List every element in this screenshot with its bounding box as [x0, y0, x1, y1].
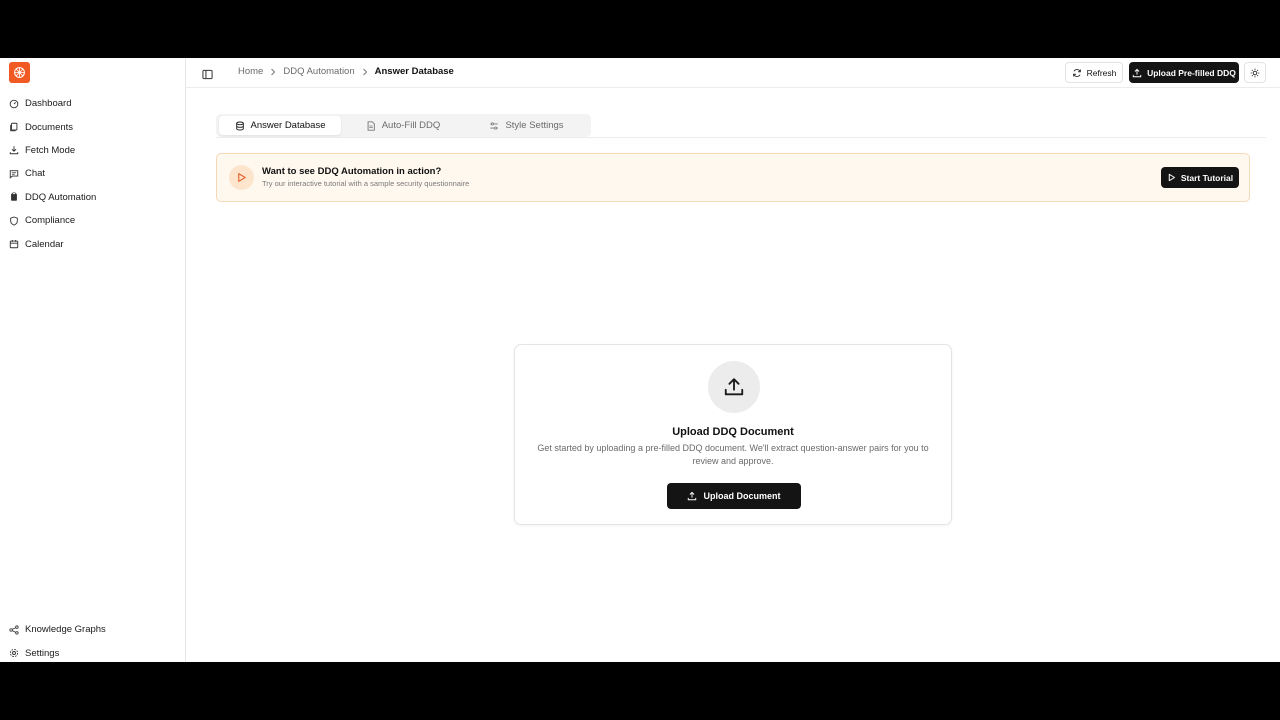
- file-text-icon: [366, 120, 376, 131]
- upload-icon: [1132, 68, 1142, 78]
- upload-ddq-card: Upload DDQ Document Get started by uploa…: [514, 344, 952, 525]
- sidebar-item-label: Documents: [25, 121, 74, 133]
- sidebar-item-label: Settings: [25, 647, 60, 659]
- sliders-icon: [489, 121, 499, 131]
- sidebar: Dashboard Documents Fetch Mode Chat DDQ …: [0, 58, 186, 662]
- brand-logo[interactable]: [9, 62, 30, 83]
- sidebar-item-fetch-mode[interactable]: Fetch Mode: [0, 139, 186, 162]
- start-tutorial-button[interactable]: Start Tutorial: [1161, 167, 1239, 188]
- tab-bar: Answer Database Auto-Fill DDQ Style Sett…: [216, 114, 591, 137]
- download-icon: [9, 145, 19, 155]
- graph-icon: [9, 625, 19, 635]
- sidebar-item-label: Knowledge Graphs: [25, 624, 106, 636]
- upload-prefilled-ddq-button[interactable]: Upload Pre-filled DDQ: [1129, 62, 1239, 83]
- theme-toggle-button[interactable]: [1244, 62, 1266, 83]
- refresh-button[interactable]: Refresh: [1065, 62, 1123, 83]
- sidebar-item-compliance[interactable]: Compliance: [0, 209, 186, 232]
- top-header: Home DDQ Automation Answer Database Refr…: [186, 58, 1280, 88]
- tabs-divider: [216, 137, 1266, 138]
- upload-icon: [687, 491, 697, 501]
- banner-subtitle: Try our interactive tutorial with a samp…: [262, 179, 470, 188]
- sidebar-item-label: Calendar: [25, 238, 64, 250]
- upload-icon: [708, 361, 760, 413]
- database-icon: [235, 121, 245, 131]
- sidebar-bottom-nav: Knowledge Graphs Settings: [0, 618, 186, 662]
- tab-label: Auto-Fill DDQ: [381, 120, 441, 131]
- play-icon: [1167, 173, 1176, 182]
- sidebar-item-label: DDQ Automation: [25, 191, 97, 203]
- sidebar-nav: Dashboard Documents Fetch Mode Chat DDQ …: [0, 92, 186, 256]
- sun-icon: [1250, 68, 1260, 77]
- sidebar-item-knowledge-graphs[interactable]: Knowledge Graphs: [0, 618, 186, 641]
- tab-label: Answer Database: [250, 120, 326, 131]
- gear-icon: [9, 648, 19, 658]
- calendar-icon: [9, 239, 19, 249]
- breadcrumb-ddq-automation[interactable]: DDQ Automation: [283, 66, 354, 77]
- sidebar-item-settings[interactable]: Settings: [0, 641, 186, 662]
- tab-answer-database[interactable]: Answer Database: [219, 116, 341, 135]
- app-window: Dashboard Documents Fetch Mode Chat DDQ …: [0, 58, 1280, 662]
- upload-prefilled-label: Upload Pre-filled DDQ: [1147, 67, 1236, 78]
- documents-icon: [9, 122, 19, 132]
- sidebar-item-label: Fetch Mode: [25, 144, 76, 156]
- refresh-icon: [1072, 68, 1082, 78]
- tab-label: Style Settings: [505, 120, 564, 131]
- tab-style-settings[interactable]: Style Settings: [465, 116, 588, 135]
- sidebar-item-calendar[interactable]: Calendar: [0, 232, 186, 255]
- gauge-icon: [9, 99, 19, 109]
- sidebar-toggle-button[interactable]: [202, 67, 213, 80]
- sidebar-item-chat[interactable]: Chat: [0, 162, 186, 185]
- sidebar-item-label: Compliance: [25, 215, 76, 227]
- chevron-right-icon: [362, 68, 368, 76]
- breadcrumb: Home DDQ Automation Answer Database: [238, 66, 454, 77]
- tutorial-banner: Want to see DDQ Automation in action? Tr…: [216, 153, 1250, 202]
- panel-left-icon: [202, 69, 213, 80]
- upload-card-description: Get started by uploading a pre-filled DD…: [537, 443, 929, 466]
- refresh-label: Refresh: [1086, 67, 1117, 78]
- play-icon: [229, 165, 254, 190]
- tab-auto-fill-ddq[interactable]: Auto-Fill DDQ: [341, 116, 465, 135]
- chat-icon: [9, 169, 19, 179]
- breadcrumb-current: Answer Database: [374, 66, 454, 77]
- chevron-right-icon: [270, 68, 276, 76]
- upload-card-title: Upload DDQ Document: [672, 426, 794, 438]
- upload-document-label: Upload Document: [703, 491, 781, 501]
- sidebar-item-label: Chat: [25, 168, 46, 180]
- sidebar-item-label: Dashboard: [25, 98, 72, 110]
- upload-document-button[interactable]: Upload Document: [667, 483, 801, 509]
- logo-icon: [14, 67, 25, 78]
- clipboard-icon: [9, 192, 19, 202]
- start-tutorial-label: Start Tutorial: [1180, 172, 1234, 183]
- sidebar-item-ddq-automation[interactable]: DDQ Automation: [0, 186, 186, 209]
- sidebar-item-dashboard[interactable]: Dashboard: [0, 92, 186, 115]
- shield-icon: [9, 216, 19, 226]
- sidebar-item-documents[interactable]: Documents: [0, 115, 186, 138]
- breadcrumb-home[interactable]: Home: [238, 66, 263, 77]
- banner-title: Want to see DDQ Automation in action?: [262, 166, 442, 177]
